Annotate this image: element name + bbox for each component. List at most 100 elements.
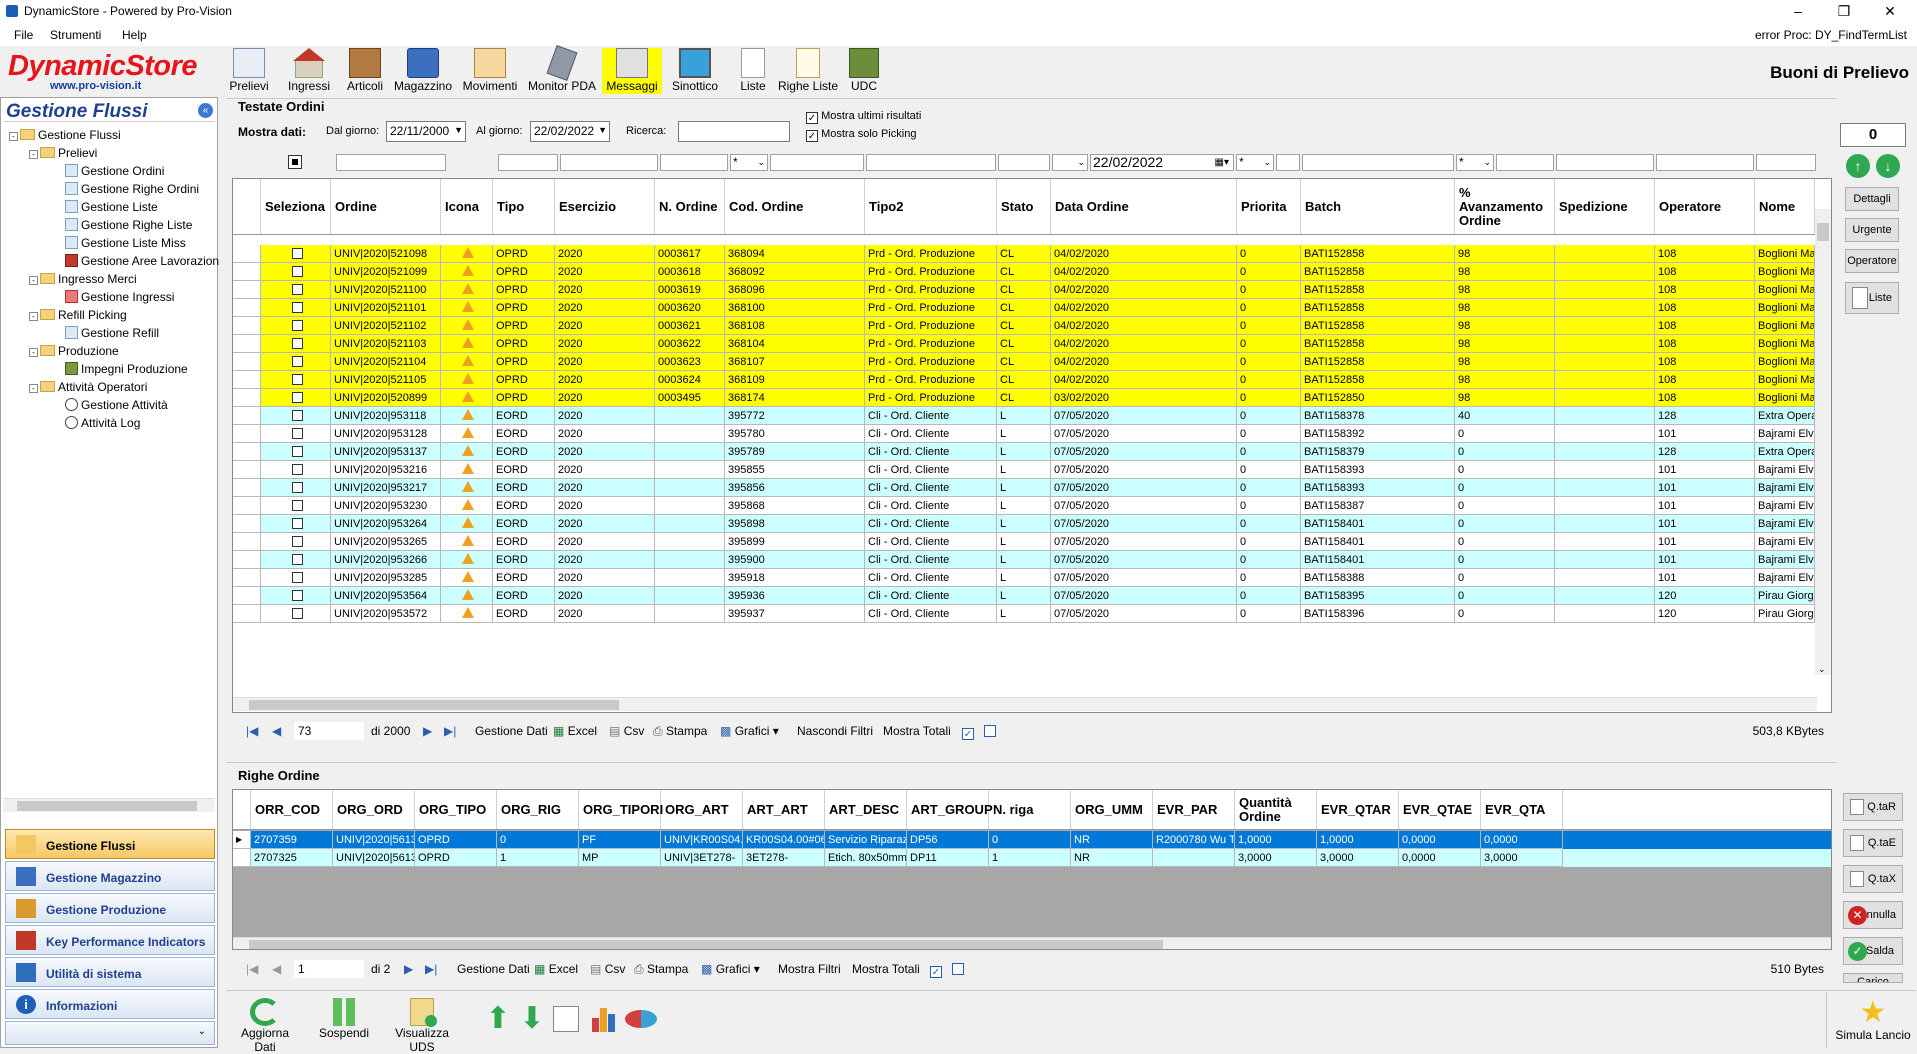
menu-file[interactable]: File [14,28,33,42]
table-row[interactable]: UNIV|2020|521099 OPRD 2020 0003618 368092 Prd… [233,263,1817,281]
toolbar-prelievi[interactable]: Prelievi [226,48,272,94]
select-checkbox[interactable] [261,389,331,407]
sospendi-button[interactable]: Sospendi [312,998,376,1040]
select-checkbox[interactable] [261,497,331,515]
table-row[interactable]: UNIV|2020|953118 EORD 2020 395772 Cli - Ord.… [233,407,1817,425]
column-header[interactable]: Stato [997,179,1051,234]
filter-operatore[interactable] [1656,154,1754,171]
aggiorna-dati-button[interactable]: Aggiorna Dati [230,998,300,1054]
totali-checkbox[interactable]: ✓ [962,724,974,740]
nascondi-filtri-button[interactable]: Nascondi Filtri [797,724,873,738]
filter-date-op[interactable]: ⌄ [1052,154,1088,171]
checkbox-icon[interactable] [291,554,303,565]
collapse-toggle-icon[interactable]: - [29,312,38,321]
filter-tipo2[interactable] [866,154,996,171]
filter-batch[interactable] [1302,154,1454,171]
checkbox-icon[interactable] [291,338,303,349]
toolbar-movimenti[interactable]: Movimenti [458,48,522,94]
checkbox-checked-icon[interactable]: ✓ [806,130,818,142]
column-header[interactable]: EVR_QTAE [1399,790,1481,829]
gestione-dati-button[interactable]: Gestione Dati [457,962,530,976]
qtae-button[interactable]: Q.taE [1843,829,1903,857]
checkbox-icon[interactable] [291,536,303,547]
toolbar-ingressi[interactable]: Ingressi [284,48,334,94]
select-checkbox[interactable] [261,299,331,317]
tree-produzione[interactable]: - Produzione [29,344,119,358]
excel-button[interactable]: ▦ Excel [553,724,597,738]
checkbox-icon[interactable] [291,284,303,295]
totali-checkbox[interactable]: ✓ [930,962,942,978]
checkbox-icon[interactable] [291,410,303,421]
tree-gestione-aree-lavorazione[interactable]: Gestione Aree Lavorazion [65,254,219,268]
select-checkbox[interactable] [261,371,331,389]
checkbox-icon[interactable] [291,608,303,619]
column-header[interactable]: EVR_PAR [1153,790,1235,829]
arrow-up-icon[interactable]: ⬆ [484,1004,512,1036]
chk-solo-picking[interactable]: ✓ Mostra solo Picking [806,128,916,142]
operatore-button[interactable]: Operatore [1845,249,1899,273]
table-row[interactable]: UNIV|2020|953137 EORD 2020 395789 Cli - Ord.… [233,443,1817,461]
pie-chart-icon[interactable] [625,1010,657,1028]
select-all-checkbox[interactable] [288,155,302,169]
column-header[interactable]: ORG_ART [661,790,743,829]
checkbox-icon[interactable] [291,446,303,457]
collapse-icon[interactable]: « [198,103,213,118]
tree-gestione-flussi[interactable]: - Gestione Flussi [9,128,121,142]
column-header[interactable]: ART_DESC [825,790,907,829]
column-header[interactable]: Cod. Ordine [725,179,865,234]
nav-gestione-magazzino[interactable]: Gestione Magazzino [5,861,215,891]
toolbar-magazzino[interactable]: Magazzino [392,48,454,94]
qtax-button[interactable]: Q.taX [1843,865,1903,893]
chk-ultimi-risultati[interactable]: ✓ Mostra ultimi risultati [806,110,921,124]
tree-ingresso-merci[interactable]: - Ingresso Merci [29,272,137,286]
righe-hscrollbar[interactable] [233,937,1831,949]
table-row[interactable]: UNIV|2020|521101 OPRD 2020 0003620 368100 Prd… [233,299,1817,317]
column-header[interactable]: ORG_TIPO [415,790,497,829]
table-row[interactable]: UNIV|2020|953285 EORD 2020 395918 Cli - Ord.… [233,569,1817,587]
next-page-icon[interactable]: ▶ [423,724,432,738]
mostra-totali-button[interactable]: Mostra Totali [883,724,951,738]
select-checkbox[interactable] [261,245,331,263]
column-header[interactable]: Data Ordine [1051,179,1237,234]
table-row[interactable]: UNIV|2020|521104 OPRD 2020 0003623 368107 Prd… [233,353,1817,371]
tree-impegni-produzione[interactable]: Impegni Produzione [65,362,188,376]
nav-gestione-produzione[interactable]: Gestione Produzione [5,893,215,923]
select-checkbox[interactable] [261,407,331,425]
table-row[interactable]: UNIV|2020|521100 OPRD 2020 0003619 368096 Prd… [233,281,1817,299]
close-button[interactable]: ✕ [1867,0,1913,22]
tree-gestione-refill[interactable]: Gestione Refill [65,326,159,340]
extra-checkbox[interactable] [952,962,964,976]
checkbox-icon[interactable] [291,482,303,493]
whiteboard-icon[interactable] [553,1006,579,1032]
column-header[interactable]: Icona [441,179,493,234]
column-header[interactable]: Operatore [1655,179,1755,234]
filter-cod-ordine-op[interactable]: * ⌄ [730,154,768,171]
column-header[interactable]: Ordine [331,179,441,234]
select-checkbox[interactable] [261,605,331,623]
last-page-icon[interactable]: ▶| [444,724,456,738]
calendar-icon[interactable]: ▦▾ [1215,155,1229,170]
toolbar-sinottico[interactable]: Sinottico [666,48,724,94]
collapse-toggle-icon[interactable]: - [29,276,38,285]
column-header[interactable]: ORG_RIG [497,790,579,829]
nav-kpi[interactable]: Key Performance Indicators [5,925,215,955]
table-row[interactable]: UNIV|2020|953217 EORD 2020 395856 Cli - Ord.… [233,479,1817,497]
page-input[interactable]: 73 [294,722,364,740]
collapse-toggle-icon[interactable]: - [29,384,38,393]
checkbox-icon[interactable] [291,428,303,439]
checkbox-icon[interactable] [291,590,303,601]
filter-esercizio[interactable] [560,154,658,171]
column-header[interactable]: Spedizione [1555,179,1655,234]
select-checkbox[interactable] [261,569,331,587]
row-header-col[interactable] [233,790,251,829]
table-row[interactable]: 2707325UNIV|2020|561364OPRD1MPUNIV|3ET27… [233,849,1831,867]
table-row[interactable]: UNIV|2020|953564 EORD 2020 395936 Cli - Ord.… [233,587,1817,605]
select-checkbox[interactable] [261,587,331,605]
column-header[interactable]: N. Ordine [655,179,725,234]
csv-button[interactable]: ▤ Csv [609,724,644,738]
restore-button[interactable]: ❐ [1821,0,1867,22]
filter-avanzamento[interactable] [1496,154,1554,171]
checkbox-icon[interactable] [291,266,303,277]
gestione-dati-button[interactable]: Gestione Dati [475,724,548,738]
ricerca-input[interactable] [678,121,790,142]
